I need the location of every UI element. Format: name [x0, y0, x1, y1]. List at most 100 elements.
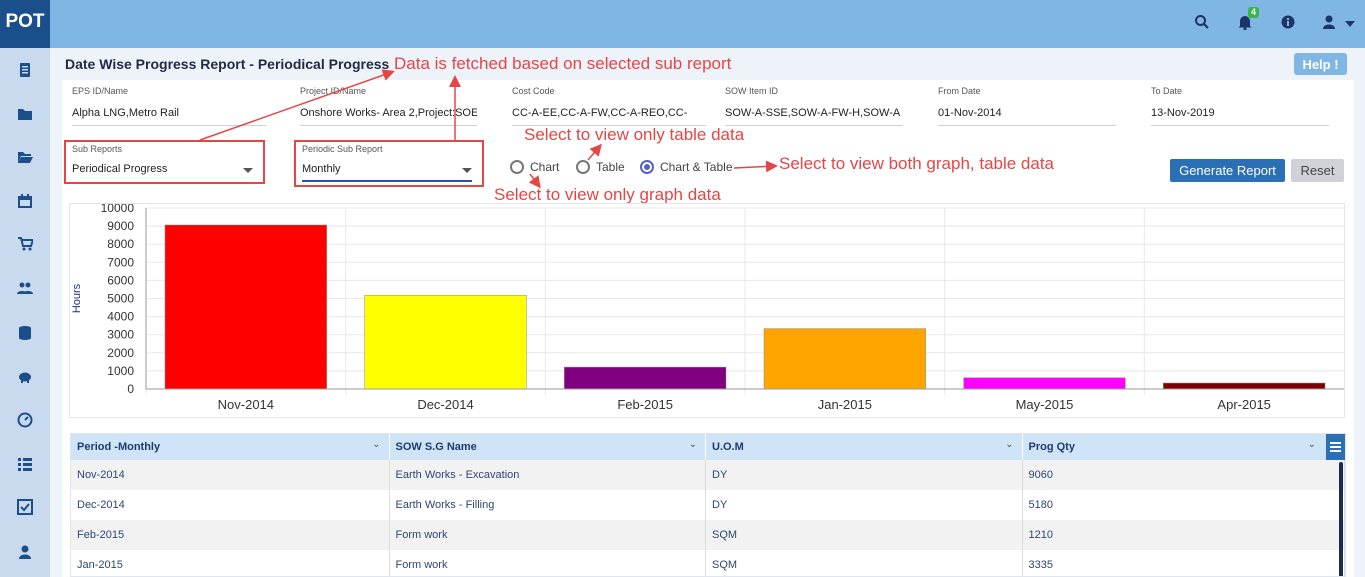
vertical-scrollbar[interactable] [1339, 462, 1343, 576]
eps-label: EPS ID/Name [72, 86, 129, 96]
eps-value[interactable]: Alpha LNG,Metro Rail [72, 96, 266, 126]
table-cell: SQM [706, 520, 1023, 550]
table-cell: 9060 [1023, 460, 1345, 490]
radio-button[interactable] [576, 160, 590, 174]
y-tick-label: 4000 [107, 310, 134, 324]
x-tick-label: Nov-2014 [218, 397, 274, 412]
chart-bar [364, 294, 527, 390]
generate-report-button[interactable]: Generate Report [1170, 159, 1285, 182]
caret-down-icon[interactable] [1342, 18, 1360, 36]
chevron-down-icon[interactable] [243, 168, 253, 173]
project-field[interactable]: Project ID/Name Onshore Works- Area 2,Pr… [300, 86, 477, 126]
column-header-uom[interactable]: U.O.M ⌄ [706, 434, 1023, 460]
annotation-both: Select to view both graph, table data [779, 154, 1055, 173]
table-cell: Earth Works - Excavation [390, 460, 706, 490]
chart-bar [763, 328, 926, 390]
piggy-bank-icon[interactable] [17, 368, 33, 384]
chart-bar [164, 224, 327, 390]
database-icon[interactable] [17, 325, 33, 341]
column-menu-icon[interactable] [1326, 434, 1345, 460]
table-row[interactable]: Dec-2014 Earth Works - Filling DY 5180 [71, 490, 1345, 520]
to-date-field[interactable]: To Date 13-Nov-2019 [1151, 86, 1329, 126]
table-cell: Nov-2014 [71, 460, 390, 490]
top-bar [50, 0, 1365, 48]
dashboard-icon[interactable] [17, 412, 33, 428]
table-cell: Earth Works - Filling [390, 490, 706, 520]
user-icon[interactable] [1321, 14, 1339, 32]
cart-icon[interactable] [17, 236, 33, 252]
column-header-prog-qty[interactable]: Prog Qty ⌄ [1023, 434, 1345, 460]
column-header-label: U.O.M [712, 441, 744, 453]
cost-code-label: Cost Code [512, 86, 555, 96]
help-button[interactable]: Help ! [1294, 53, 1347, 75]
folder-open-icon[interactable] [17, 149, 33, 165]
cost-code-value[interactable]: CC-A-EE,CC-A-FW,CC-A-REO,CC- [512, 96, 706, 126]
chart-radio[interactable]: Chart [510, 160, 559, 174]
sub-reports-value[interactable]: Periodical Progress [72, 163, 167, 175]
y-tick-label: 9000 [107, 219, 134, 233]
app-logo[interactable]: POT [0, 0, 50, 48]
table-body: Nov-2014 Earth Works - Excavation DY 906… [71, 460, 1345, 576]
project-value[interactable]: Onshore Works- Area 2,Project:SOE [300, 96, 477, 126]
list-icon[interactable] [17, 456, 33, 472]
y-axis-label: Hours [71, 283, 83, 313]
user-icon[interactable] [17, 544, 33, 560]
project-label: Project ID/Name [300, 86, 367, 96]
column-header-label: SOW S.G Name [395, 441, 477, 453]
chevron-down-icon[interactable]: ⌄ [1308, 439, 1316, 450]
table-radio[interactable]: Table [576, 160, 625, 174]
chevron-down-icon[interactable] [462, 168, 472, 173]
folder-icon[interactable] [17, 106, 33, 122]
chevron-down-icon[interactable]: ⌄ [372, 439, 380, 450]
radio-button-selected[interactable] [640, 160, 654, 174]
table-row[interactable]: Feb-2015 Form work SQM 1210 [71, 520, 1345, 550]
eps-field[interactable]: EPS ID/Name Alpha LNG,Metro Rail [72, 86, 266, 126]
periodic-sub-report-select[interactable]: Periodic Sub Report Monthly [294, 140, 484, 187]
chevron-down-icon[interactable]: ⌄ [1005, 439, 1013, 450]
report-icon[interactable] [17, 62, 33, 78]
table-cell: Jan-2015 [71, 550, 390, 576]
table-header: Period -Monthly ⌄ SOW S.G Name ⌄ U.O.M ⌄ Pr… [71, 434, 1345, 460]
table-row[interactable]: Jan-2015 Form work SQM 3335 [71, 550, 1345, 576]
search-icon[interactable] [1194, 14, 1212, 32]
radio-button[interactable] [510, 160, 524, 174]
y-tick-label: 3000 [107, 328, 134, 342]
x-tick-label: Apr-2015 [1217, 397, 1270, 412]
y-tick-label: 7000 [107, 255, 134, 269]
from-date-value[interactable]: 01-Nov-2014 [938, 96, 1116, 126]
table-cell: Feb-2015 [71, 520, 390, 550]
progress-chart: 0 1000 2000 3000 4000 5000 6000 7000 8000 9000 100… [69, 201, 1345, 418]
table-row[interactable]: Nov-2014 Earth Works - Excavation DY 906… [71, 460, 1345, 490]
sow-item-value[interactable]: SOW-A-SSE,SOW-A-FW-H,SOW-A [725, 96, 903, 126]
chevron-down-icon[interactable]: ⌄ [689, 439, 697, 450]
table-cell: Dec-2014 [71, 490, 390, 520]
y-tick-label: 1000 [107, 364, 134, 378]
cost-code-field[interactable]: Cost Code CC-A-EE,CC-A-FW,CC-A-REO,CC- [512, 86, 706, 126]
column-header-label: Period -Monthly [77, 441, 161, 453]
x-tick-label: Dec-2014 [417, 397, 473, 412]
from-date-field[interactable]: From Date 01-Nov-2014 [938, 86, 1116, 126]
checklist-icon[interactable] [17, 499, 33, 515]
to-date-value[interactable]: 13-Nov-2019 [1151, 96, 1329, 126]
table-cell: 3335 [1023, 550, 1345, 576]
table-cell: Form work [390, 550, 706, 576]
chart-bar [1163, 382, 1326, 390]
x-tick-label: Jan-2015 [818, 397, 872, 412]
sub-reports-select[interactable]: Sub Reports Periodical Progress [64, 140, 265, 184]
sow-item-field[interactable]: SOW Item ID SOW-A-SSE,SOW-A-FW-H,SOW-A [725, 86, 903, 126]
column-header-sow[interactable]: SOW S.G Name ⌄ [390, 434, 706, 460]
chart-table-radio[interactable]: Chart & Table [640, 160, 733, 174]
calendar-icon[interactable] [17, 193, 33, 209]
y-tick-label: 0 [127, 382, 134, 396]
info-icon[interactable] [1280, 14, 1298, 32]
periodic-sub-report-value[interactable]: Monthly [302, 163, 341, 175]
annotation-fetched: Data is fetched based on selected sub re… [394, 54, 732, 73]
reset-button[interactable]: Reset [1291, 159, 1344, 182]
from-date-label: From Date [938, 86, 981, 96]
y-tick-label: 5000 [107, 292, 134, 306]
users-icon[interactable] [17, 280, 33, 296]
periodic-sub-report-label: Periodic Sub Report [302, 144, 383, 154]
page-title: Date Wise Progress Report - Periodical P… [65, 56, 390, 72]
column-header-period[interactable]: Period -Monthly ⌄ [71, 434, 390, 460]
table-cell: SQM [706, 550, 1023, 576]
